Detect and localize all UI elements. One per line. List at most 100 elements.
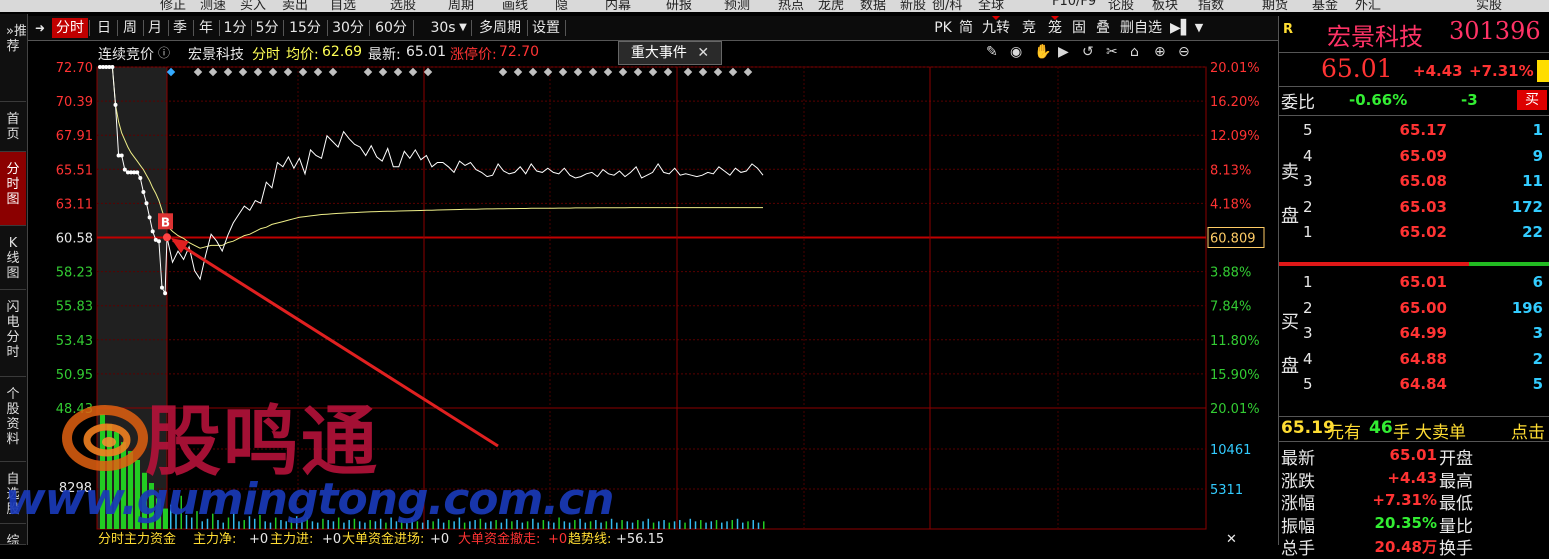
period-tab-12[interactable]: 多周期	[474, 18, 526, 38]
menubar-item[interactable]: 修正	[160, 0, 186, 12]
ask-row[interactable]: 1 65.02 22	[1301, 221, 1549, 245]
event-diamond[interactable]	[528, 67, 538, 77]
dropdown-arrow-icon[interactable]: ▼	[1191, 18, 1207, 38]
event-diamond[interactable]	[633, 67, 643, 77]
menubar-item[interactable]: 论股	[1108, 0, 1134, 12]
event-diamond[interactable]	[558, 67, 568, 77]
event-diamond[interactable]	[193, 67, 203, 77]
period-tab-10[interactable]: 60分	[370, 18, 412, 38]
event-diamond[interactable]	[743, 67, 753, 77]
period-tab-9[interactable]: 30分	[328, 18, 368, 38]
menubar-item[interactable]: 自选	[330, 0, 356, 12]
nav-item-5[interactable]: 个股资料	[0, 377, 26, 462]
ask-row[interactable]: 5 65.17 1	[1301, 119, 1549, 143]
tool-tab-7[interactable]: 删自选	[1116, 18, 1166, 38]
menubar-item[interactable]: 隐	[555, 0, 568, 12]
period-tab-0[interactable]: 分时	[52, 18, 88, 38]
bid-row[interactable]: 3 64.99 3	[1301, 322, 1549, 346]
tool-tab-0[interactable]: PK	[932, 18, 954, 38]
period-tab-1[interactable]: 日	[92, 18, 116, 38]
event-diamond[interactable]	[298, 67, 308, 77]
event-diamond[interactable]	[648, 67, 658, 77]
menubar-item[interactable]: 实股	[1476, 0, 1502, 12]
event-diamond[interactable]	[408, 67, 418, 77]
menubar-item[interactable]: 外汇	[1355, 0, 1381, 12]
nav-item-1[interactable]: 首页	[0, 102, 26, 152]
tool-tab-2[interactable]: 九转	[978, 18, 1014, 38]
nav-item-0[interactable]: »推荐	[0, 14, 26, 102]
event-diamond[interactable]	[698, 67, 708, 77]
intraday-chart[interactable]: 72.70 20.01% 70.39 16.20% 67.91 12.09% 65.51 8.…	[28, 41, 1278, 545]
menubar-item[interactable]: 研报	[666, 0, 692, 12]
bid-row[interactable]: 4 64.88 2	[1301, 348, 1549, 372]
event-diamond[interactable]	[603, 67, 613, 77]
bigorder-link[interactable]: 点击	[1511, 418, 1545, 443]
event-diamond[interactable]	[328, 67, 338, 77]
event-diamond[interactable]	[588, 67, 598, 77]
event-diamond[interactable]	[393, 67, 403, 77]
menubar-item[interactable]: 测速	[200, 0, 226, 12]
bid-row[interactable]: 1 65.01 6	[1301, 271, 1549, 295]
event-diamond[interactable]	[498, 67, 508, 77]
event-diamond[interactable]	[663, 67, 673, 77]
tool-tab-6[interactable]: 叠	[1092, 18, 1114, 38]
period-tab-5[interactable]: 年	[194, 18, 218, 38]
menubar-item[interactable]: 画线	[502, 0, 528, 12]
menubar-item[interactable]: 数据	[860, 0, 886, 12]
period-tab-8[interactable]: 15分	[284, 18, 326, 38]
nav-item-3[interactable]: K线图	[0, 226, 26, 290]
menubar-item[interactable]: 指数	[1198, 0, 1224, 12]
event-diamond[interactable]	[268, 67, 278, 77]
event-diamond[interactable]	[238, 67, 248, 77]
event-diamond[interactable]	[423, 67, 433, 77]
event-diamond[interactable]	[543, 67, 553, 77]
event-diamond[interactable]	[683, 67, 693, 77]
nav-item-2[interactable]: 分时图	[0, 152, 26, 226]
period-tab-13[interactable]: 设置	[528, 18, 564, 38]
event-diamond[interactable]	[223, 67, 233, 77]
event-diamond[interactable]	[253, 67, 263, 77]
event-diamond[interactable]	[573, 67, 583, 77]
menubar-item[interactable]: 周期	[448, 0, 474, 12]
tool-tab-3[interactable]: 竞	[1018, 18, 1040, 38]
ask-row[interactable]: 4 65.09 9	[1301, 145, 1549, 169]
menubar-item[interactable]: 预测	[724, 0, 750, 12]
trade-button[interactable]: 买	[1517, 90, 1547, 110]
event-diamond[interactable]	[378, 67, 388, 77]
bid-row[interactable]: 2 65.00 196	[1301, 297, 1549, 321]
close-status-icon[interactable]: ✕	[1226, 532, 1237, 545]
event-diamond[interactable]	[713, 67, 723, 77]
menubar-item[interactable]: 创/科	[932, 0, 962, 12]
alert-flag-icon[interactable]	[1537, 60, 1549, 82]
menubar-item[interactable]: 卖出	[282, 0, 308, 12]
menubar-item[interactable]: 期货	[1262, 0, 1288, 12]
bid-row[interactable]: 5 64.84 5	[1301, 373, 1549, 397]
menubar-item[interactable]: 选股	[390, 0, 416, 12]
tool-tab-5[interactable]: 固	[1068, 18, 1090, 38]
period-tab-3[interactable]: 月	[143, 18, 167, 38]
menubar-item[interactable]: 内幕	[605, 0, 631, 12]
nav-item-4[interactable]: 闪电分时	[0, 290, 26, 377]
menubar-item[interactable]: 买入	[240, 0, 266, 12]
event-diamond[interactable]	[363, 67, 373, 77]
tool-tab-4[interactable]: 笼	[1044, 18, 1066, 38]
menubar-item[interactable]: F10/F9	[1052, 0, 1096, 9]
buy-point[interactable]	[163, 233, 171, 242]
menubar-item[interactable]: 热点	[778, 0, 804, 12]
menubar-item[interactable]: 板块	[1152, 0, 1178, 12]
menubar-item[interactable]: 基金	[1312, 0, 1338, 12]
nav-item-7[interactable]: 综	[0, 524, 26, 545]
ask-row[interactable]: 3 65.08 11	[1301, 170, 1549, 194]
seconds-dropdown-icon[interactable]: ▼	[456, 18, 470, 38]
collapse-panel-icon[interactable]: ➜	[30, 18, 50, 38]
menubar-item[interactable]: 新股	[900, 0, 926, 12]
event-diamond[interactable]	[283, 67, 293, 77]
period-tab-2[interactable]: 周	[118, 18, 142, 38]
nav-item-6[interactable]: 自选股	[0, 462, 26, 524]
event-diamond[interactable]	[166, 67, 176, 77]
period-tab-6[interactable]: 1分	[220, 18, 250, 38]
ask-row[interactable]: 2 65.03 172	[1301, 196, 1549, 220]
event-diamond[interactable]	[728, 67, 738, 77]
menubar-item[interactable]: 龙虎	[818, 0, 844, 12]
fast-forward-icon[interactable]: ▶▌	[1170, 18, 1192, 38]
